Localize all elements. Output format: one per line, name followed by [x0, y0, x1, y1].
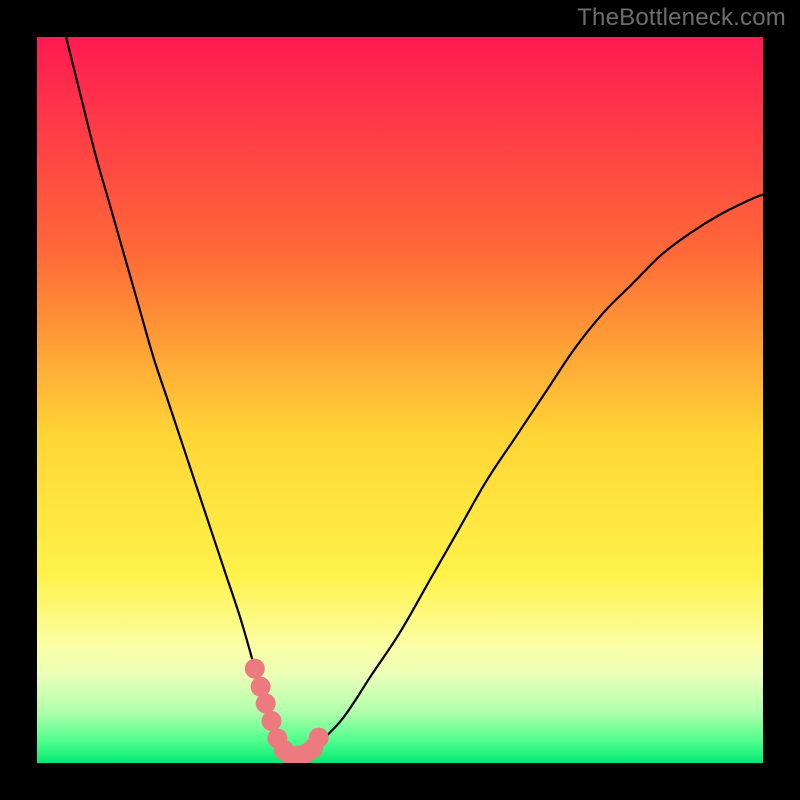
highlight-point	[309, 728, 329, 748]
highlight-point	[261, 711, 281, 731]
watermark-text: TheBottleneck.com	[577, 4, 786, 32]
plot-area	[37, 37, 763, 763]
chart-frame: TheBottleneck.com	[0, 0, 800, 800]
highlight-point	[256, 693, 276, 713]
highlight-point	[245, 659, 265, 679]
chart-svg	[37, 37, 763, 763]
gradient-background	[37, 37, 763, 763]
